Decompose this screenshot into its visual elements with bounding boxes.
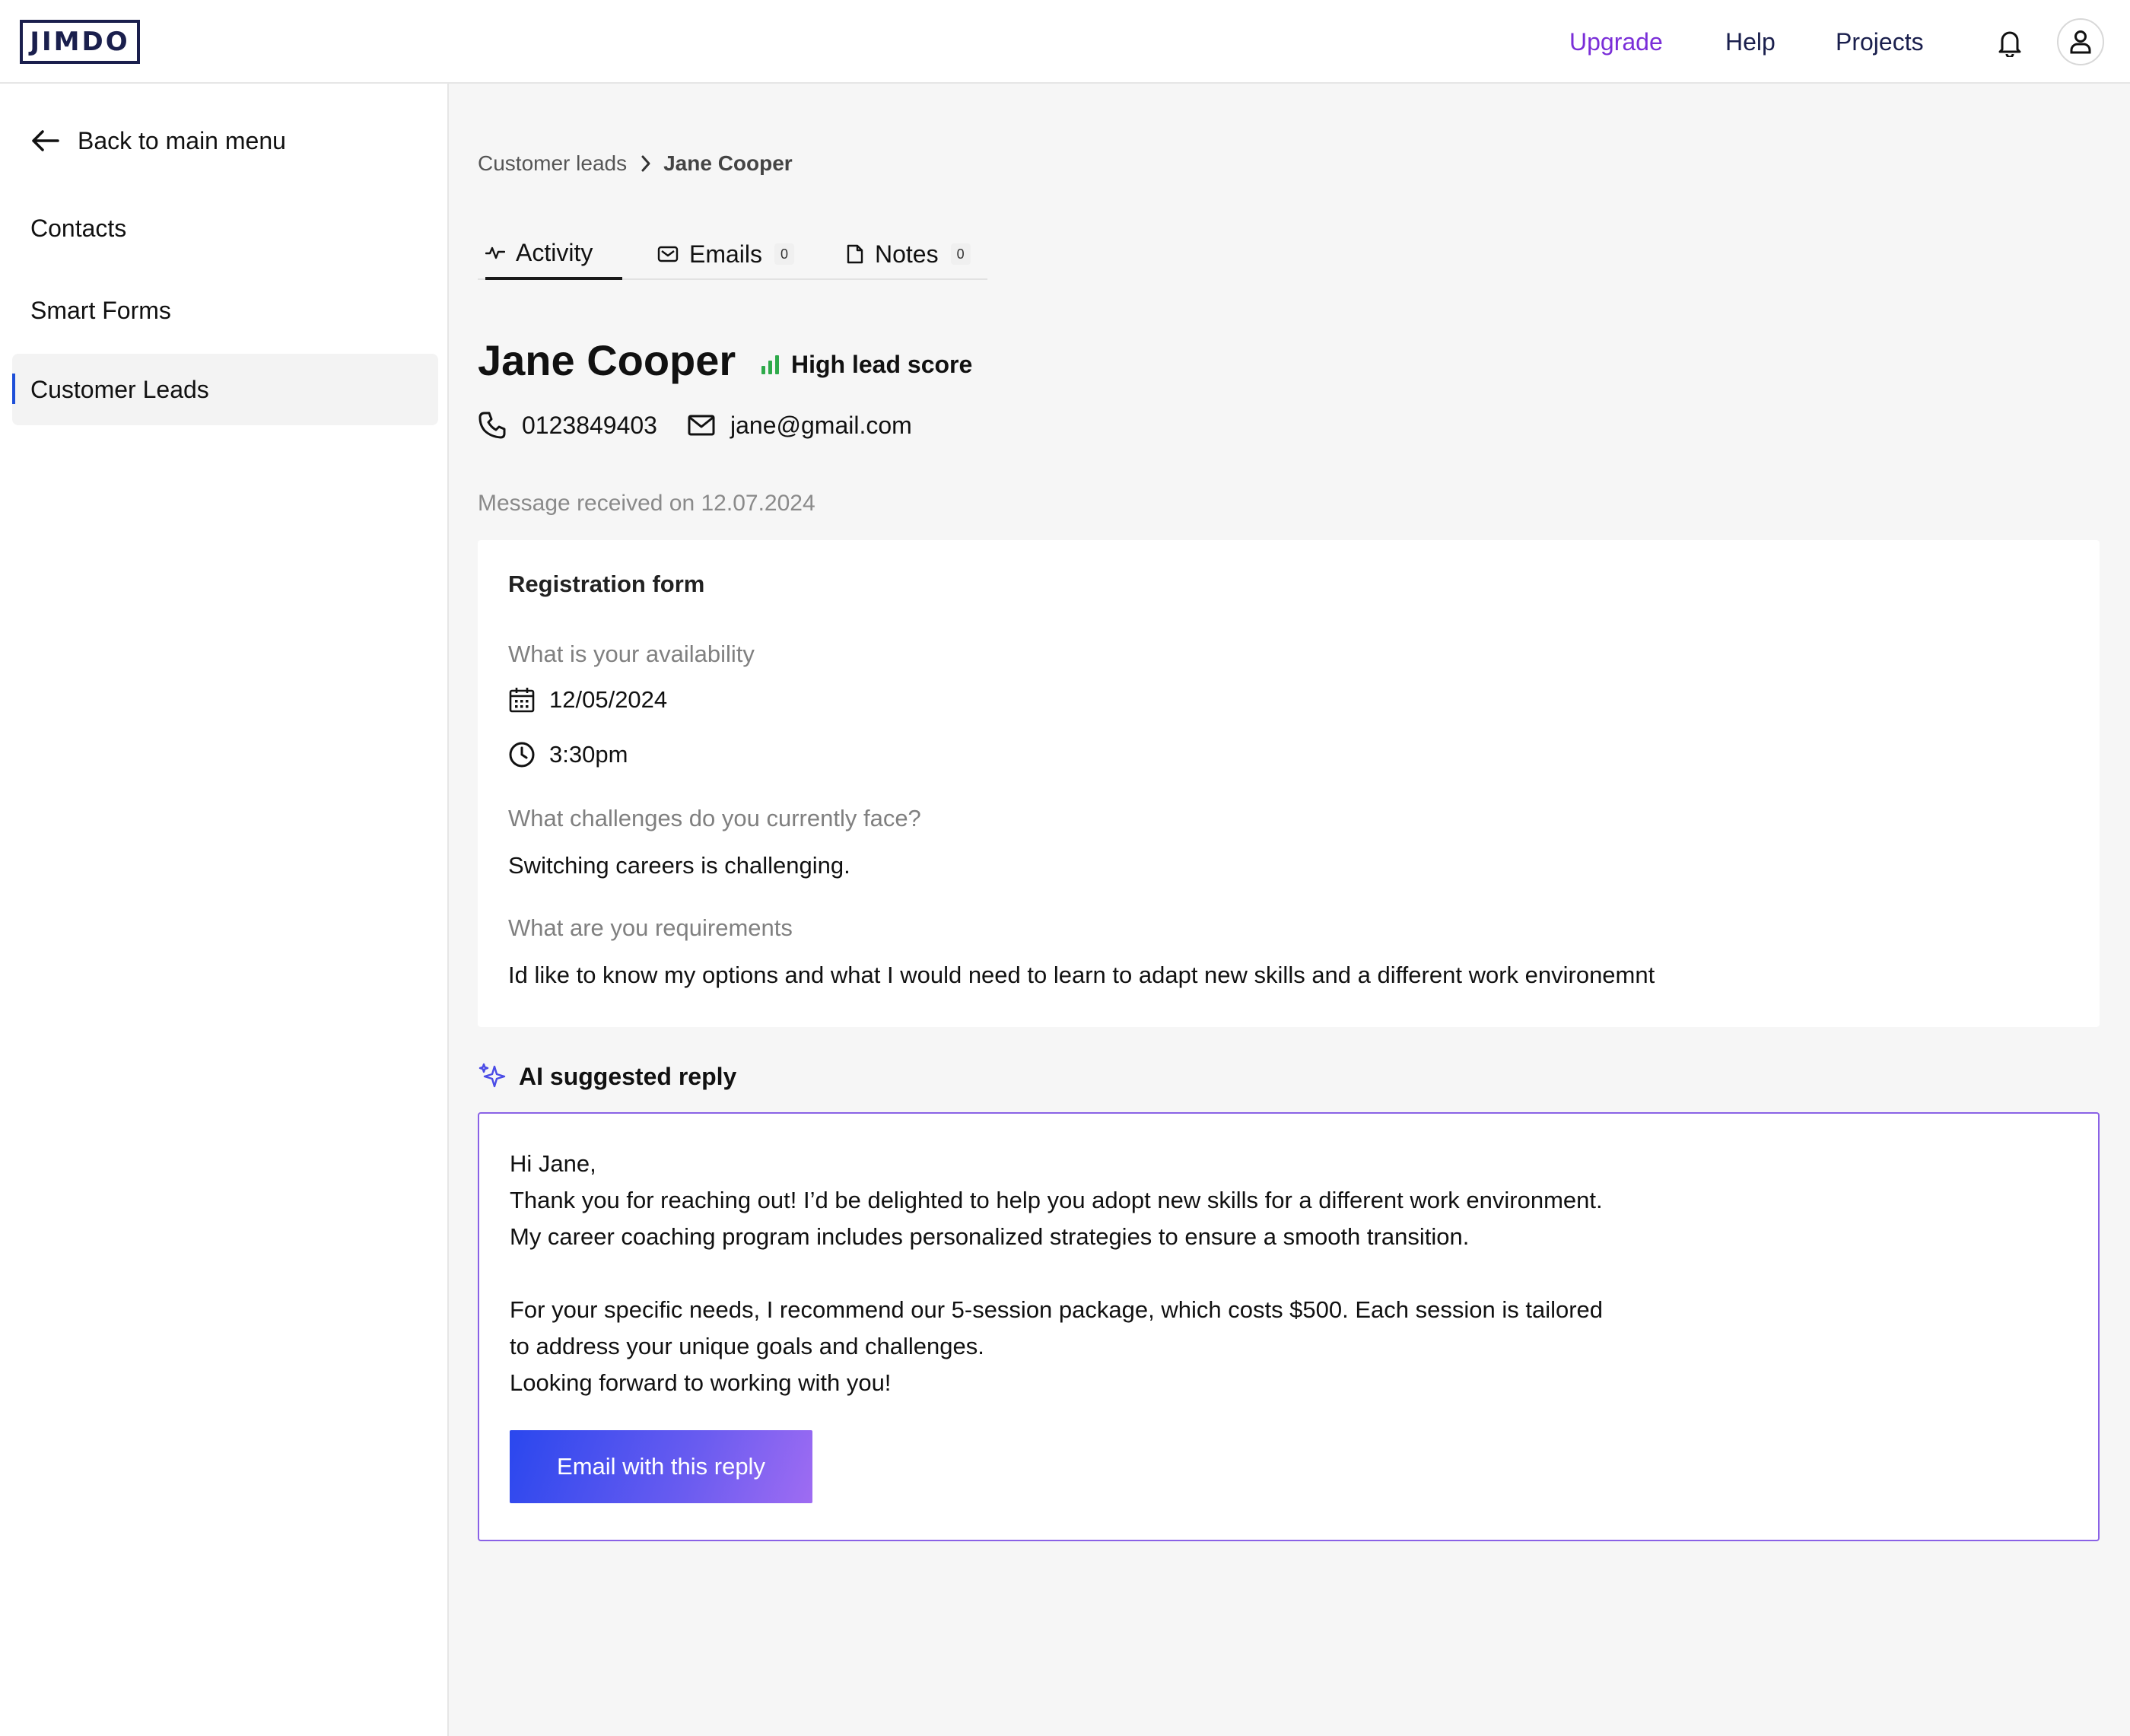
sidebar-item-customer-leads[interactable]: Customer Leads: [12, 354, 438, 425]
lead-score-badge: High lead score: [761, 345, 972, 383]
sidebar-item-label: Customer Leads: [30, 375, 209, 403]
answer-challenges: Switching careers is challenging.: [508, 852, 850, 879]
back-to-main-menu-link[interactable]: Back to main menu: [30, 114, 286, 167]
ai-suggested-reply-heading: AI suggested reply: [478, 1057, 736, 1095]
tab-activity[interactable]: Activity: [485, 228, 622, 280]
clock-icon: [509, 742, 535, 768]
question-requirements: What are you requirements: [508, 914, 793, 941]
jimdo-logo[interactable]: JIMDO: [20, 20, 140, 64]
tab-label: Activity: [516, 238, 593, 266]
sidebar-item-smart-forms[interactable]: Smart Forms: [12, 275, 438, 346]
availability-time: 3:30pm: [549, 741, 628, 768]
availability-date: 12/05/2024: [549, 686, 668, 713]
tab-emails[interactable]: Emails 0: [657, 228, 795, 280]
projects-link[interactable]: Projects: [1836, 0, 1924, 84]
phone-icon: [478, 412, 506, 439]
lead-phone[interactable]: 0123849403: [478, 405, 657, 446]
question-challenges: What challenges do you currently face?: [508, 805, 921, 831]
sidebar: Back to main menu Contacts Smart Forms C…: [0, 84, 449, 1736]
breadcrumb-current: Jane Cooper: [663, 151, 793, 175]
chevron-right-icon: [641, 154, 651, 173]
email-address: jane@gmail.com: [730, 411, 912, 439]
breadcrumb: Customer leads Jane Cooper: [478, 145, 793, 183]
answer-date: 12/05/2024: [508, 686, 667, 714]
message-received-date: Message received on 12.07.2024: [478, 491, 815, 516]
answer-time: 3:30pm: [508, 741, 628, 768]
mail-icon: [688, 415, 715, 436]
reply-line: [510, 1255, 1603, 1292]
registration-form-card: Registration form What is your availabil…: [478, 540, 2100, 1027]
reply-line: My career coaching program includes pers…: [510, 1223, 1470, 1250]
upgrade-link[interactable]: Upgrade: [1569, 0, 1663, 84]
ai-reply-card: Hi Jane, Thank you for reaching out! I’d…: [478, 1112, 2100, 1541]
sidebar-item-label: Contacts: [30, 214, 127, 242]
lead-score-label: High lead score: [791, 350, 973, 378]
tab-notes[interactable]: Notes 0: [846, 228, 971, 280]
sidebar-item-label: Smart Forms: [30, 296, 171, 324]
answer-requirements: Id like to know my options and what I wo…: [508, 962, 1655, 988]
notes-count-badge: 0: [950, 243, 971, 265]
reply-line: to address your unique goals and challen…: [510, 1333, 984, 1359]
bar-chart-icon: [761, 355, 779, 374]
reply-line: Looking forward to working with you!: [510, 1369, 892, 1396]
reply-line: Thank you for reaching out! I’d be delig…: [510, 1187, 1603, 1213]
ai-reply-text[interactable]: Hi Jane, Thank you for reaching out! I’d…: [510, 1146, 1603, 1401]
reply-line: For your specific needs, I recommend our…: [510, 1296, 1604, 1323]
reply-line: Hi Jane,: [510, 1150, 596, 1177]
bell-icon[interactable]: [1995, 26, 2025, 59]
arrow-left-icon: [32, 130, 59, 151]
lead-email[interactable]: jane@gmail.com: [688, 405, 912, 446]
help-link[interactable]: Help: [1725, 0, 1776, 84]
email-with-this-reply-button[interactable]: Email with this reply: [510, 1430, 812, 1503]
note-icon: [847, 244, 863, 264]
sparkle-icon: [478, 1063, 506, 1088]
lead-tabs: Activity Emails 0 Notes 0: [478, 228, 987, 280]
form-title: Registration form: [508, 571, 705, 597]
tab-label: Notes: [875, 240, 939, 268]
tab-label: Emails: [689, 240, 763, 268]
activity-icon: [485, 246, 505, 259]
lead-name: Jane Cooper: [478, 336, 736, 384]
question-availability: What is your availability: [508, 641, 755, 667]
breadcrumb-customer-leads[interactable]: Customer leads: [478, 151, 627, 176]
phone-number: 0123849403: [522, 411, 657, 439]
ai-heading-label: AI suggested reply: [519, 1062, 737, 1090]
mail-icon: [657, 246, 679, 262]
calendar-icon: [509, 688, 535, 713]
emails-count-badge: 0: [774, 243, 795, 265]
back-label: Back to main menu: [78, 126, 286, 154]
top-bar: JIMDO Upgrade Help Projects: [0, 0, 2130, 84]
sidebar-item-contacts[interactable]: Contacts: [12, 192, 438, 264]
user-icon[interactable]: [2057, 18, 2104, 65]
